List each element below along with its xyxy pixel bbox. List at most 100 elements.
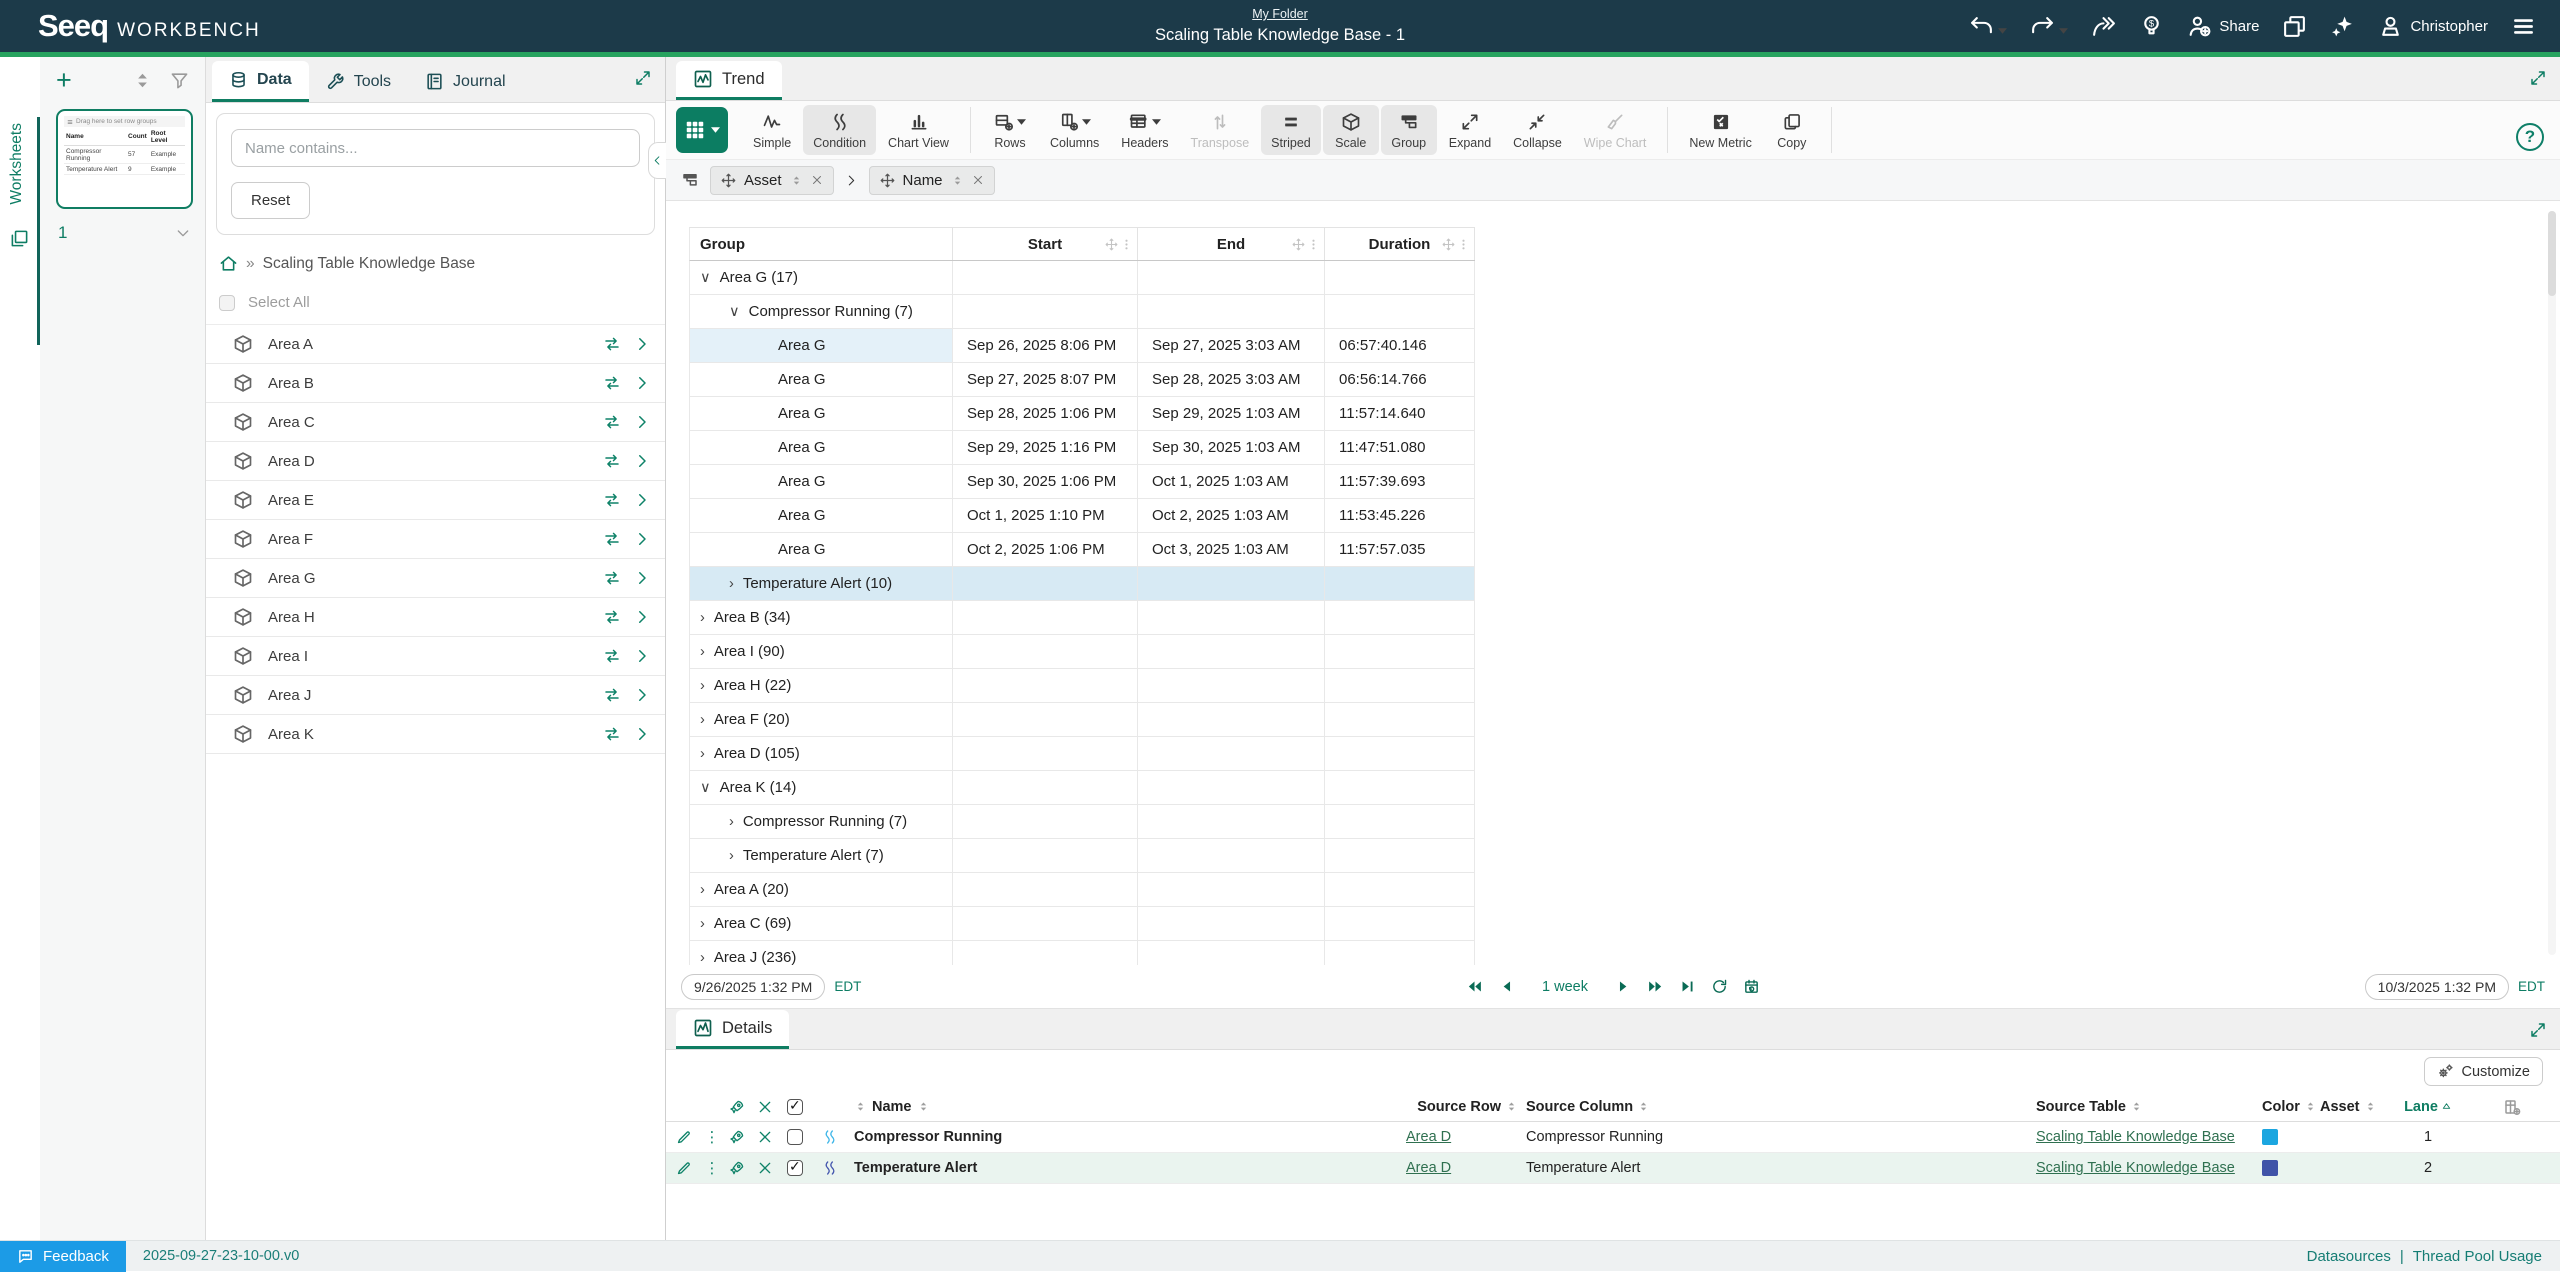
details-column-asset[interactable]: Asset xyxy=(2320,1099,2392,1115)
source-table-link[interactable]: Scaling Table Knowledge Base xyxy=(2036,1160,2235,1176)
move-column-icon[interactable] xyxy=(1292,238,1305,251)
item-checkbox[interactable] xyxy=(787,1160,803,1176)
end-timezone[interactable]: EDT xyxy=(2518,979,2545,994)
edit-pencil-icon[interactable] xyxy=(676,1129,692,1145)
toolbar-button-copy[interactable]: Copy xyxy=(1764,105,1820,155)
color-swatch[interactable] xyxy=(2262,1160,2278,1176)
column-menu-icon[interactable] xyxy=(1457,238,1470,251)
toolbar-button-condition[interactable]: Condition xyxy=(803,105,876,155)
details-row[interactable]: ⋮ Compre xyxy=(666,1122,2560,1153)
expand-data-panel-button[interactable] xyxy=(634,69,652,87)
rocket-icon[interactable] xyxy=(729,1160,745,1176)
toolbar-button-chart-view[interactable]: Chart View xyxy=(878,105,959,155)
source-row-link[interactable]: Area D xyxy=(1406,1129,1451,1145)
item-name[interactable]: Temperature Alert xyxy=(848,1160,1406,1176)
toolbar-button-columns[interactable]: Columns xyxy=(1040,105,1109,155)
swap-asset-icon[interactable] xyxy=(603,452,621,470)
asset-list-item[interactable]: Area B xyxy=(206,364,665,403)
forward-history-button[interactable] xyxy=(2091,14,2116,39)
chevron-right-icon[interactable] xyxy=(633,452,651,470)
tab-tools[interactable]: Tools xyxy=(309,61,408,102)
row-caret[interactable]: › xyxy=(729,814,734,830)
toolbar-button-striped[interactable]: Striped xyxy=(1261,105,1321,155)
table-scrollbar[interactable] xyxy=(2548,211,2556,955)
table-row[interactable]: ›Area H (22) xyxy=(689,669,1475,703)
undo-button[interactable] xyxy=(1969,14,2007,39)
step-forward-icon[interactable] xyxy=(1615,978,1632,995)
swap-asset-icon[interactable] xyxy=(603,335,621,353)
chevron-right-icon[interactable] xyxy=(633,725,651,743)
table-row[interactable]: Area G Oct 1, 2025 1:10 PM Oct 2, 2025 1… xyxy=(689,499,1475,533)
column-header-start[interactable]: Start xyxy=(953,228,1138,260)
source-row-link[interactable]: Area D xyxy=(1406,1160,1451,1176)
expand-details-button[interactable] xyxy=(2529,1021,2547,1039)
home-icon[interactable] xyxy=(219,254,238,273)
asset-list-item[interactable]: Area K xyxy=(206,715,665,754)
skip-to-now-icon[interactable] xyxy=(1679,978,1696,995)
breadcrumb-my-folder[interactable]: My Folder xyxy=(1252,7,1308,21)
item-menu-button[interactable]: ⋮ xyxy=(702,1128,722,1146)
filter-worksheets-icon[interactable] xyxy=(170,71,189,90)
swap-asset-icon[interactable] xyxy=(603,686,621,704)
user-menu[interactable]: Christopher xyxy=(2378,14,2488,39)
asset-list-item[interactable]: Area H xyxy=(206,598,665,637)
row-caret[interactable]: ∨ xyxy=(700,780,711,796)
chevron-right-icon[interactable] xyxy=(633,413,651,431)
swap-asset-icon[interactable] xyxy=(603,608,621,626)
table-row[interactable]: ∨Compressor Running (7) xyxy=(689,295,1475,329)
move-column-icon[interactable] xyxy=(1442,238,1455,251)
table-row[interactable]: ›Area D (105) xyxy=(689,737,1475,771)
table-row[interactable]: Area G Sep 26, 2025 8:06 PM Sep 27, 2025… xyxy=(689,329,1475,363)
collapse-panel-handle[interactable] xyxy=(648,142,666,179)
sort-icon[interactable] xyxy=(917,1100,930,1113)
chevron-right-icon[interactable] xyxy=(633,374,651,392)
table-row[interactable]: ∨Area G (17) xyxy=(689,261,1475,295)
swap-asset-icon[interactable] xyxy=(603,530,621,548)
source-table-link[interactable]: Scaling Table Knowledge Base xyxy=(2036,1129,2235,1145)
datasources-link[interactable]: Datasources xyxy=(2307,1248,2391,1265)
hamburger-menu-button[interactable] xyxy=(2511,14,2536,39)
range-end-input[interactable]: 10/3/2025 1:32 PM xyxy=(2365,974,2509,1000)
asset-list-item[interactable]: Area J xyxy=(206,676,665,715)
row-caret[interactable]: › xyxy=(700,882,705,898)
asset-list-item[interactable]: Area C xyxy=(206,403,665,442)
table-row[interactable]: ›Area B (34) xyxy=(689,601,1475,635)
remove-chip-icon[interactable] xyxy=(811,174,823,186)
column-header-end[interactable]: End xyxy=(1138,228,1325,260)
row-caret[interactable]: › xyxy=(700,746,705,762)
remove-item-icon[interactable] xyxy=(757,1160,773,1176)
seeq-logo[interactable]: Seeq WORKBENCH xyxy=(38,8,261,44)
details-column-source-row[interactable]: Source Row xyxy=(1406,1099,1526,1115)
reorder-worksheets-icon[interactable] xyxy=(133,71,152,90)
remove-chip-icon[interactable] xyxy=(972,174,984,186)
sort-icon[interactable] xyxy=(1505,1100,1518,1113)
usage-button[interactable]: $ xyxy=(2139,14,2164,39)
group-chip-asset[interactable]: Asset xyxy=(710,166,834,195)
refresh-icon[interactable] xyxy=(1711,978,1728,995)
expand-trend-button[interactable] xyxy=(2529,69,2547,87)
remove-item-icon[interactable] xyxy=(757,1129,773,1145)
column-header-group[interactable]: Group xyxy=(690,228,953,260)
swap-asset-icon[interactable] xyxy=(603,491,621,509)
toolbar-button-collapse[interactable]: Collapse xyxy=(1503,105,1572,155)
details-row[interactable]: ⋮ Temper xyxy=(666,1153,2560,1184)
chevron-right-icon[interactable] xyxy=(633,647,651,665)
column-menu-icon[interactable] xyxy=(1307,238,1320,251)
details-column-source-column[interactable]: Source Column xyxy=(1526,1099,2036,1115)
table-row[interactable]: ∨Area K (14) xyxy=(689,771,1475,805)
asset-list-item[interactable]: Area E xyxy=(206,481,665,520)
tab-trend[interactable]: Trend xyxy=(676,61,782,100)
worksheet-number[interactable]: 1 xyxy=(58,223,67,243)
add-column-button[interactable] xyxy=(2464,1098,2560,1116)
remove-all-icon[interactable] xyxy=(757,1099,773,1115)
row-caret[interactable]: › xyxy=(700,712,705,728)
details-column-source-table[interactable]: Source Table xyxy=(2036,1099,2262,1115)
rocket-icon[interactable] xyxy=(729,1099,745,1115)
move-column-icon[interactable] xyxy=(1105,238,1118,251)
table-row[interactable]: Area G Oct 2, 2025 1:06 PM Oct 3, 2025 1… xyxy=(689,533,1475,567)
chevron-right-icon[interactable] xyxy=(633,608,651,626)
chevron-right-icon[interactable] xyxy=(633,491,651,509)
details-column-lane[interactable]: Lane xyxy=(2392,1099,2464,1115)
column-menu-icon[interactable] xyxy=(1120,238,1133,251)
item-name[interactable]: Compressor Running xyxy=(848,1129,1406,1145)
